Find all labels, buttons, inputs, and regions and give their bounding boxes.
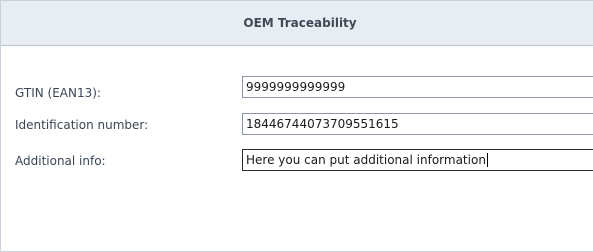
oem-traceability-panel: OEM Traceability GTIN (EAN13): 999999999…	[0, 0, 593, 252]
identification-number-row: Identification number: 18446744073709551…	[1, 113, 593, 135]
gtin-input-value: 9999999999999	[246, 80, 346, 94]
additional-info-row: Additional info: Here you can put additi…	[1, 149, 593, 171]
identification-number-label: Identification number:	[15, 118, 149, 132]
additional-info-input[interactable]: Here you can put additional information	[242, 149, 593, 171]
gtin-label: GTIN (EAN13):	[15, 86, 101, 100]
additional-info-input-value: Here you can put additional information	[246, 153, 486, 167]
gtin-input[interactable]: 9999999999999	[242, 76, 593, 98]
additional-info-label: Additional info:	[15, 154, 106, 168]
identification-number-input-value: 18446744073709551615	[246, 117, 399, 131]
gtin-row: GTIN (EAN13): 9999999999999	[1, 76, 593, 100]
panel-header: OEM Traceability	[1, 1, 593, 46]
text-caret	[486, 152, 488, 167]
panel-title: OEM Traceability	[243, 16, 357, 30]
identification-number-input[interactable]: 18446744073709551615	[242, 113, 593, 135]
